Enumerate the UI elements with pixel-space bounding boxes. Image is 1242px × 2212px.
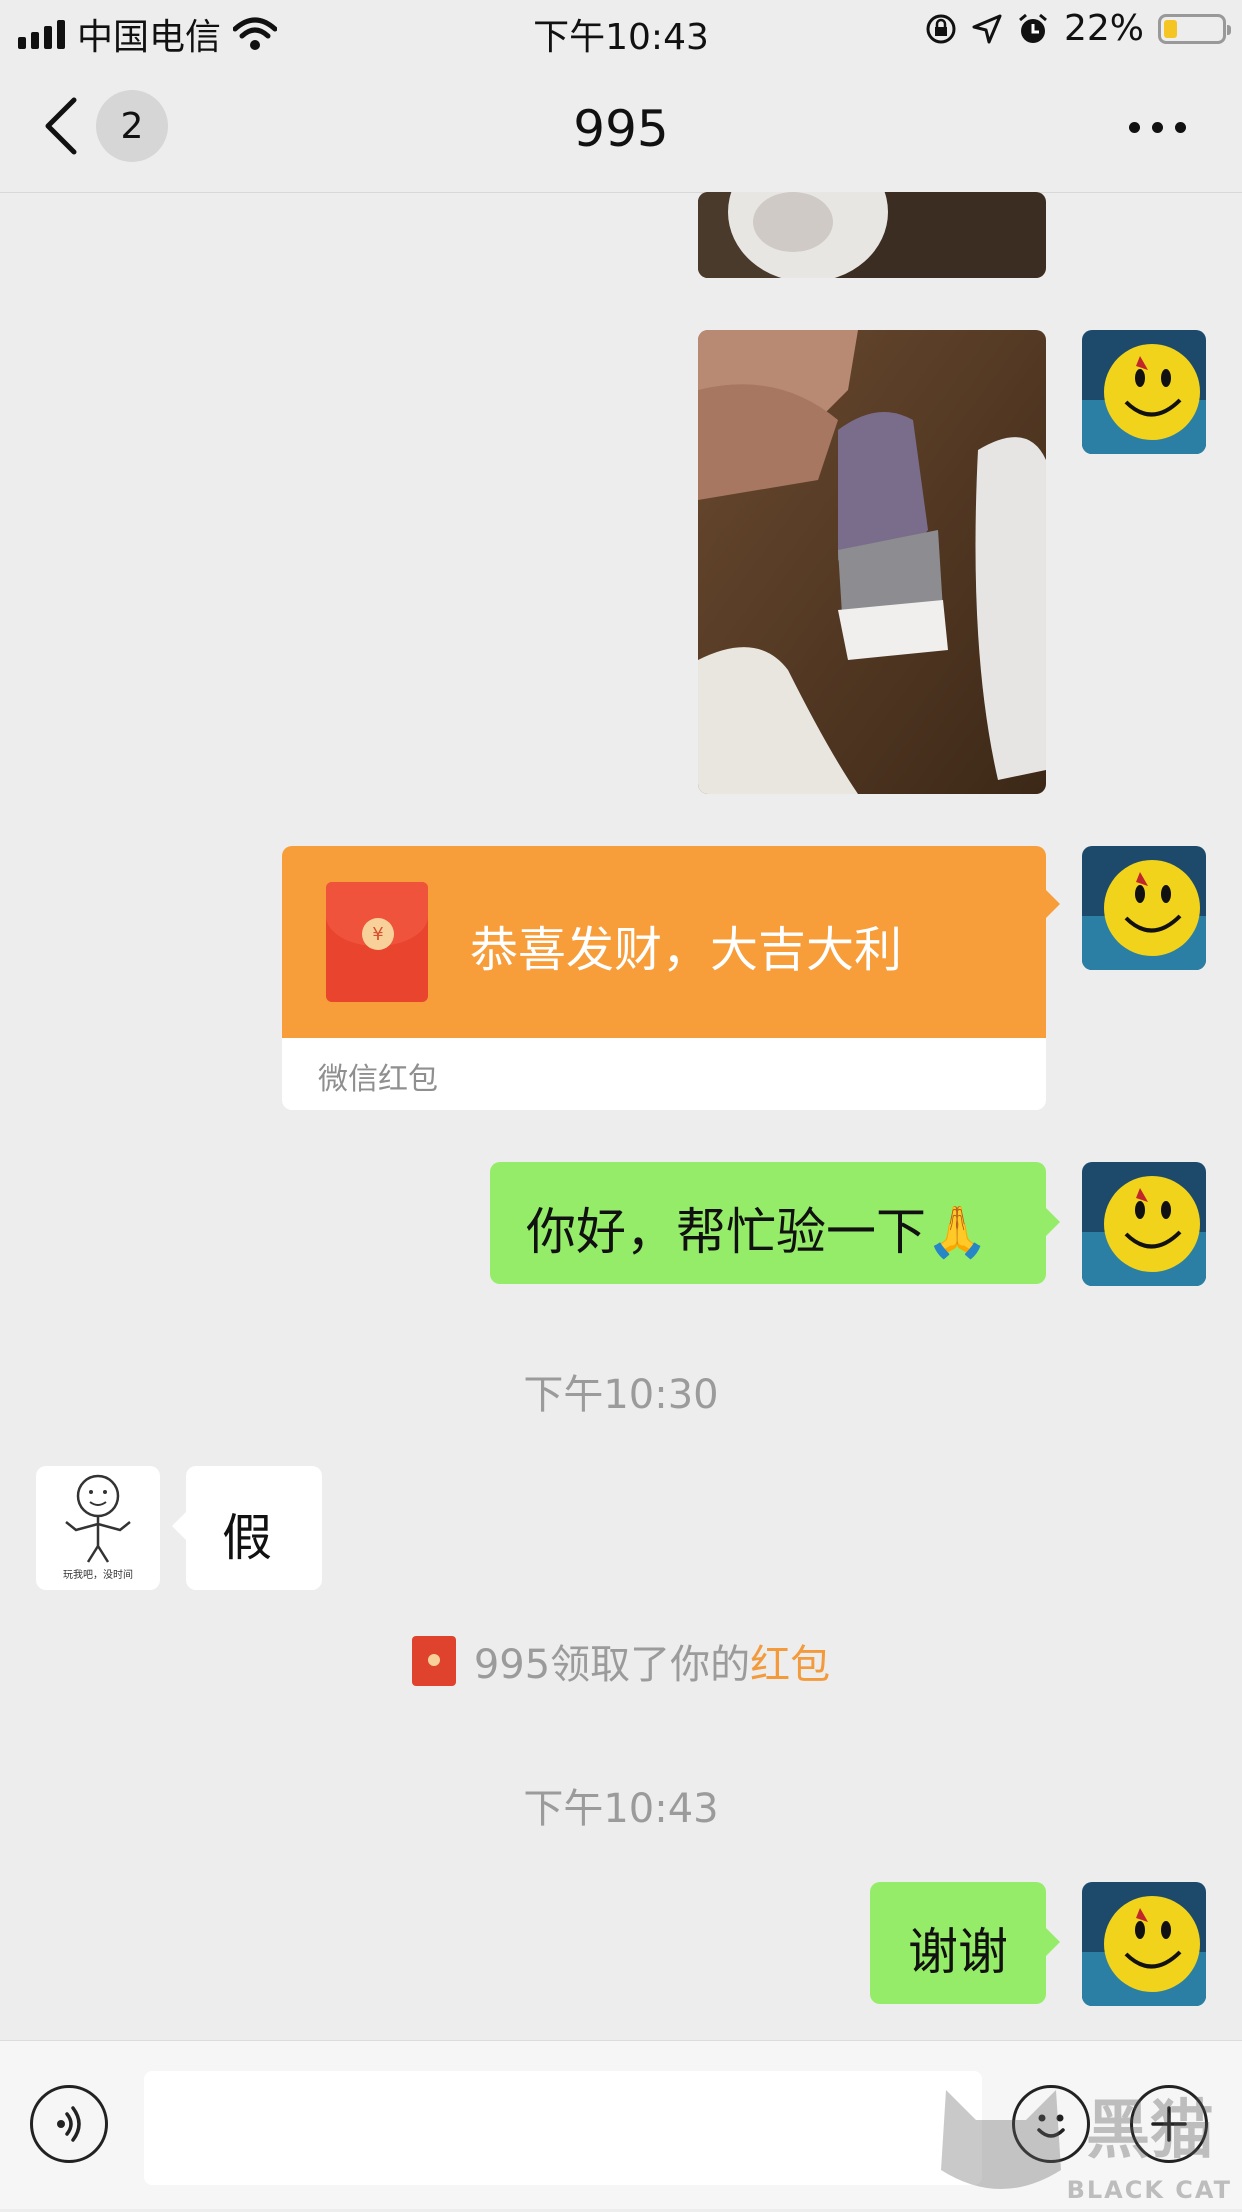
timestamp: 下午10:30 xyxy=(523,1372,719,1418)
red-packet-top: ¥ 恭喜发财，大吉大利 xyxy=(282,846,1046,1038)
my-avatar[interactable] xyxy=(1082,1882,1206,2006)
stick-figure-avatar-icon xyxy=(65,1474,131,1563)
avatar-caption: 玩我吧，没时间 xyxy=(63,1570,133,1581)
image-message-partial[interactable] xyxy=(698,192,1046,278)
voice-waves-icon xyxy=(57,2106,81,2142)
message-input[interactable] xyxy=(144,2071,982,2185)
contact-avatar[interactable]: 玩我吧，没时间 xyxy=(36,1466,160,1590)
red-packet-greeting: 恭喜发财，大吉大利 xyxy=(470,922,903,978)
red-packet-notice: 995领取了你的 红包 xyxy=(0,1632,1242,1690)
status-right: 22% xyxy=(924,8,1231,49)
text-message-request[interactable]: 你好，帮忙验一下🙏 xyxy=(490,1162,1060,1284)
location-icon xyxy=(972,14,1002,43)
red-packet-footer: 微信红包 xyxy=(282,1038,1046,1110)
smiley-avatar-icon xyxy=(1082,1882,1206,2006)
battery-percent: 22% xyxy=(1063,8,1144,49)
voice-icon[interactable] xyxy=(30,2085,108,2163)
message-text: 假 xyxy=(222,1509,272,1567)
battery-fill xyxy=(1164,19,1177,38)
message-text: 你好，帮忙验一下🙏 xyxy=(526,1203,989,1261)
notice-red-packet-link[interactable]: 红包 xyxy=(750,1632,830,1690)
black-cat-watermark: 黑猫 BLACK CAT xyxy=(936,2080,1236,2208)
smiley-avatar-icon xyxy=(1082,846,1206,970)
text-message-reply[interactable]: 假 xyxy=(172,1466,322,1590)
shoe-photo-top xyxy=(698,192,1046,278)
battery-icon xyxy=(1158,13,1231,44)
status-bar: 中国电信 下午10:43 22% xyxy=(0,0,1242,60)
alarm-icon xyxy=(1019,13,1047,43)
watermark-text: BLACK CAT xyxy=(1066,2176,1232,2204)
timestamp: 下午10:43 xyxy=(523,1786,719,1832)
smiley-avatar-icon xyxy=(1082,1162,1206,1286)
red-packet-icon: ¥ xyxy=(326,882,428,1002)
text-message-thanks[interactable]: 谢谢 xyxy=(870,1882,1060,2004)
more-icon[interactable] xyxy=(1129,122,1186,133)
message-text: 谢谢 xyxy=(908,1923,1008,1981)
red-packet-label: 微信红包 xyxy=(318,1062,438,1097)
my-avatar[interactable] xyxy=(1082,1162,1206,1286)
notice-text: 995领取了你的 xyxy=(473,1642,751,1688)
my-avatar[interactable] xyxy=(1082,330,1206,454)
smiley-avatar-icon xyxy=(1082,330,1206,454)
chat-title: 995 xyxy=(573,100,669,158)
nav-bar: 2 995 xyxy=(0,60,1242,193)
red-packet-message[interactable]: ¥ 恭喜发财，大吉大利 微信红包 xyxy=(282,846,1060,1110)
image-message[interactable] xyxy=(698,330,1046,794)
rotation-lock-icon xyxy=(926,14,956,43)
watermark-cn: 黑猫 xyxy=(1086,2094,1214,2168)
shoe-photo xyxy=(698,330,1046,794)
red-packet-mini-icon xyxy=(411,1636,456,1686)
my-avatar[interactable] xyxy=(1082,846,1206,970)
